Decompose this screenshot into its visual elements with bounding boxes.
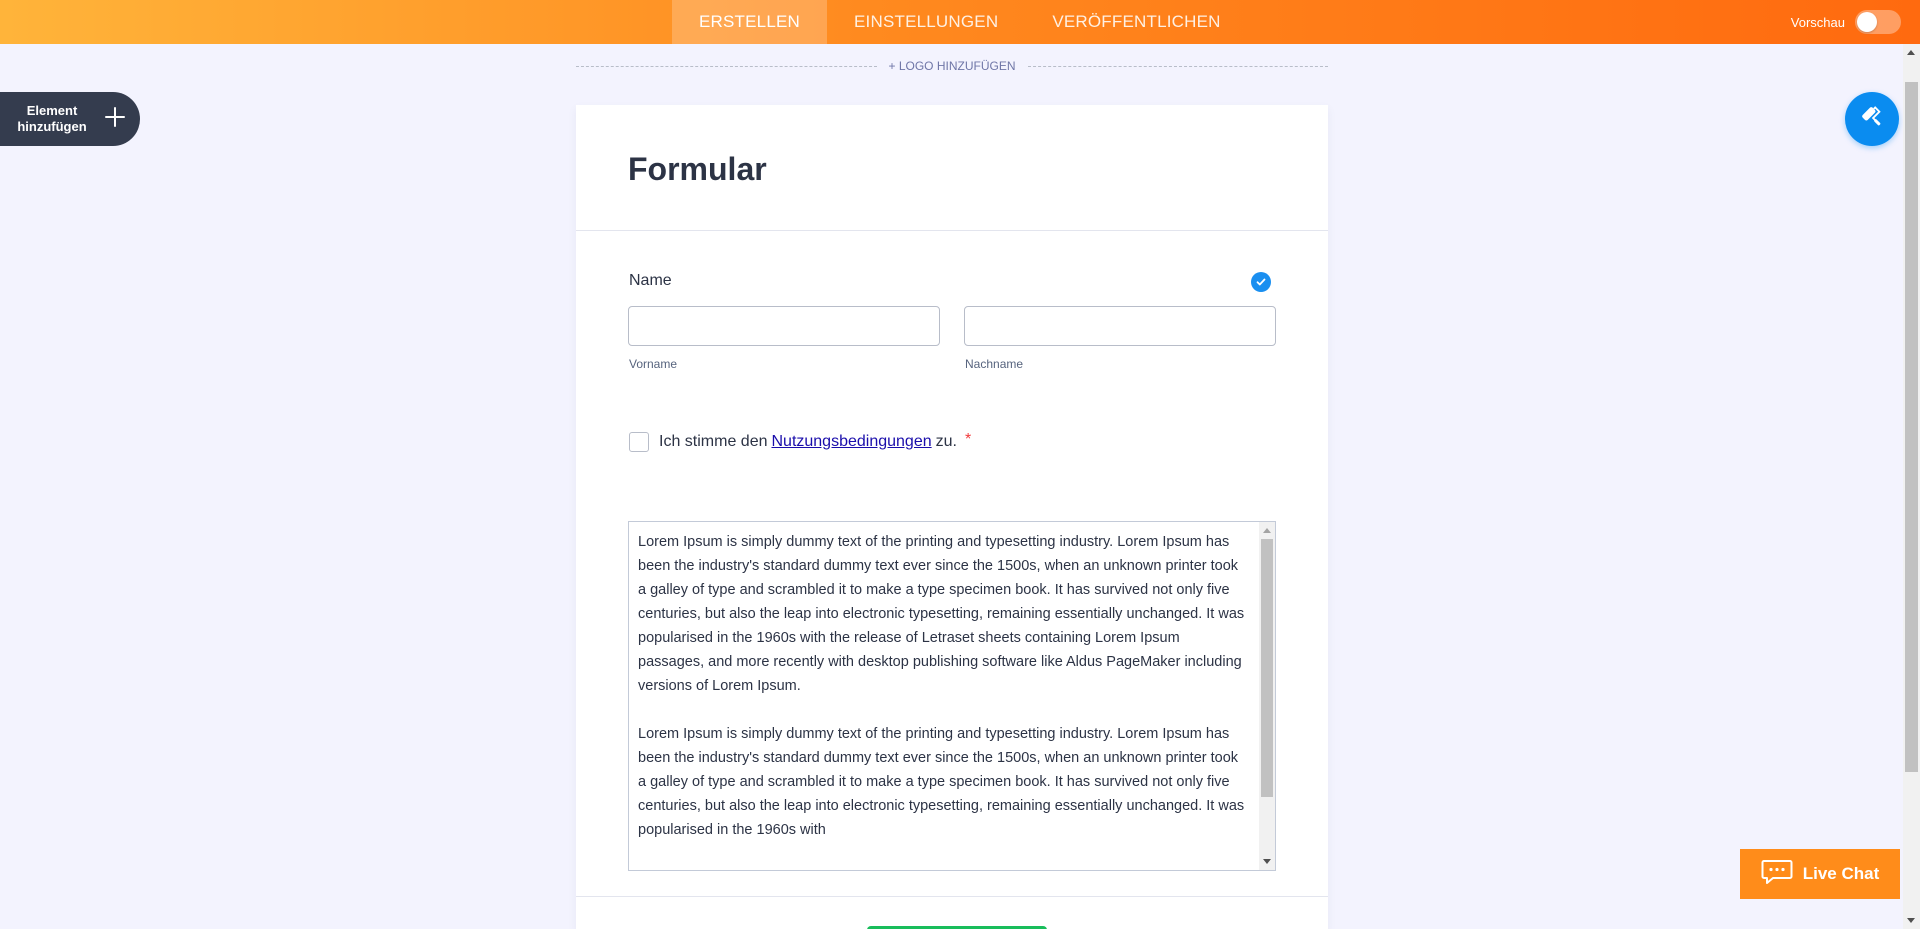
form-designer-button[interactable] [1845,92,1899,146]
terms-checkbox[interactable] [629,432,649,452]
terms-prefix: Ich stimme den [659,433,768,450]
top-navigation-bar: ERSTELLEN EINSTELLUNGEN VERÖFFENTLICHEN … [0,0,1920,44]
preview-toggle-knob [1857,12,1877,32]
live-chat-label: Live Chat [1802,864,1880,883]
add-logo-button[interactable]: + LOGO HINZUFÜGEN [877,59,1028,73]
terms-text-scrollbar[interactable] [1259,522,1275,870]
logo-placeholder: + LOGO HINZUFÜGEN [576,57,1329,75]
page-scrollbar[interactable] [1903,44,1920,929]
preview-toggle[interactable] [1855,10,1901,34]
form-card: Formular Name Vorname Nachname Ich stimm… [576,105,1328,929]
terms-text: Lorem Ipsum is simply dummy text of the … [638,534,1245,838]
form-divider [576,896,1328,897]
logo-divider-right [1027,65,1329,67]
plus-icon [104,104,126,134]
live-chat-button[interactable]: Live Chat [1740,849,1900,899]
page-scroll-down-arrow-icon[interactable] [1907,918,1915,923]
chat-bubble-icon [1761,859,1793,890]
terms-text-box[interactable]: Lorem Ipsum is simply dummy text of the … [628,521,1276,871]
scroll-down-arrow-icon[interactable] [1263,859,1271,864]
logo-divider-left [576,65,877,67]
page-scroll-up-arrow-icon[interactable] [1907,50,1915,55]
form-header: Formular [576,105,1328,231]
last-name-input[interactable] [964,306,1276,346]
add-element-button[interactable]: Element hinzufügen [0,92,140,146]
add-element-label: Element hinzufügen [17,103,87,134]
form-title[interactable]: Formular [628,151,767,188]
terms-link[interactable]: Nutzungsbedingungen [771,433,931,451]
paint-roller-icon [1859,104,1885,135]
builder-tabs: ERSTELLEN EINSTELLUNGEN VERÖFFENTLICHEN [672,0,1248,44]
tab-erstellen[interactable]: ERSTELLEN [672,0,828,44]
tab-einstellungen[interactable]: EINSTELLUNGEN [827,0,1025,44]
first-name-sublabel: Vorname [629,357,678,371]
preview-control: Vorschau [1791,0,1901,44]
checkmark-icon[interactable] [1251,272,1271,292]
terms-suffix: zu. [935,433,957,450]
first-name-input[interactable] [628,306,940,346]
preview-label: Vorschau [1790,14,1845,30]
tab-veroeffentlichen[interactable]: VERÖFFENTLICHEN [1025,0,1247,44]
page-scrollbar-thumb[interactable] [1905,82,1918,772]
last-name-sublabel: Nachname [965,357,1024,371]
name-field-label: Name [629,272,672,289]
scrollbar-thumb[interactable] [1261,539,1273,797]
terms-agreement: Ich stimme den Nutzungsbedingungen zu. * [629,431,972,452]
required-asterisk: * [964,431,972,448]
scroll-up-arrow-icon[interactable] [1263,528,1271,533]
